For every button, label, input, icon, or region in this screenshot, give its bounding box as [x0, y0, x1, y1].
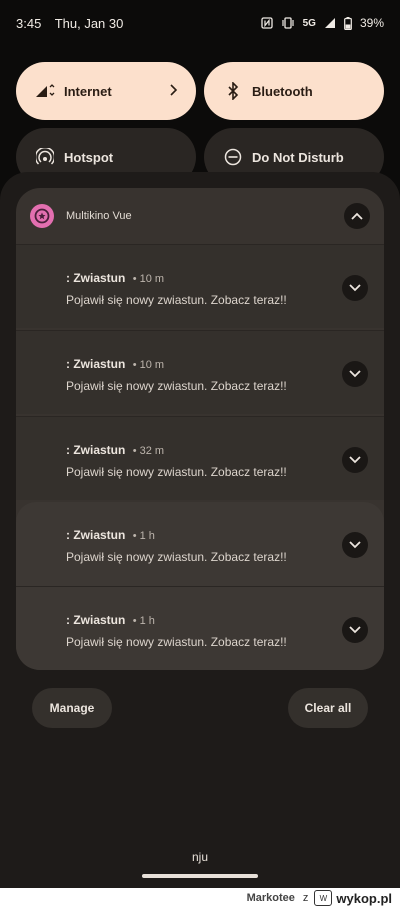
app-name: Multikino Vue: [66, 210, 132, 222]
notification-time: 32 m: [139, 445, 165, 457]
notification-title: : Zwiastun: [66, 357, 126, 371]
battery-level: 39%: [359, 16, 384, 30]
notification-title: : Zwiastun: [66, 271, 126, 285]
watermark-footer: Markotee z W wykop.pl: [0, 888, 400, 908]
tile-label: Do Not Disturb: [252, 149, 344, 165]
clear-all-button[interactable]: Clear all: [288, 688, 368, 728]
notification-time: 10 m: [139, 359, 165, 371]
tile-bluetooth[interactable]: Bluetooth: [204, 62, 384, 120]
notification-item[interactable]: : Zwiastun • 10 m Pojawił się nowy zwias…: [16, 244, 384, 328]
notification-item[interactable]: : Zwiastun • 10 m Pojawił się nowy zwias…: [16, 330, 384, 414]
notification-item[interactable]: : Zwiastun • 1 h Pojawił się nowy zwiast…: [16, 586, 384, 670]
signal-icon: [34, 80, 56, 102]
notification-group: Multikino Vue : Zwiastun • 10 m Pojawił …: [16, 188, 384, 670]
notification-title: : Zwiastun: [66, 528, 126, 542]
chevron-up-icon: [351, 212, 363, 220]
notification-title: : Zwiastun: [66, 443, 126, 457]
bluetooth-icon: [222, 80, 244, 102]
date: Thu, Jan 30: [54, 15, 124, 31]
notification-title-line: : Zwiastun • 32 m: [66, 443, 165, 457]
notification-time: 1 h: [139, 530, 155, 542]
author-name: Markotee: [246, 892, 295, 904]
notification-time: 1 h: [139, 615, 155, 627]
expand-button[interactable]: [342, 275, 368, 301]
tile-label: Internet: [64, 83, 112, 99]
notification-title-line: : Zwiastun • 1 h: [66, 613, 155, 627]
tile-internet[interactable]: Internet: [16, 62, 196, 120]
notification-title: : Zwiastun: [66, 613, 126, 627]
expand-button[interactable]: [342, 617, 368, 643]
collapse-button[interactable]: [344, 203, 370, 229]
chevron-down-icon: [349, 626, 361, 634]
carrier-label: nju: [191, 850, 208, 864]
chevron-down-icon: [349, 370, 361, 378]
hotspot-icon: [34, 146, 56, 168]
expand-button[interactable]: [342, 532, 368, 558]
notification-item[interactable]: : Zwiastun • 32 m Pojawił się nowy zwias…: [16, 416, 384, 500]
expand-button[interactable]: [342, 447, 368, 473]
notification-group-header[interactable]: Multikino Vue: [16, 188, 384, 244]
expand-button[interactable]: [342, 361, 368, 387]
notification-title-line: : Zwiastun • 10 m: [66, 357, 165, 371]
tile-label: Hotspot: [64, 149, 114, 165]
notification-title-line: : Zwiastun • 1 h: [66, 528, 155, 542]
notification-body: Pojawił się nowy zwiastun. Zobacz teraz!…: [66, 635, 287, 649]
drag-handle[interactable]: [142, 874, 258, 878]
notification-item[interactable]: : Zwiastun • 1 h Pojawił się nowy zwiast…: [16, 502, 384, 586]
battery-icon: [344, 16, 352, 30]
chevron-right-icon: [168, 83, 178, 99]
notification-body: Pojawił się nowy zwiastun. Zobacz teraz!…: [66, 550, 287, 564]
wykop-logo-icon: W: [314, 890, 333, 906]
chevron-down-icon: [349, 541, 361, 549]
clock: 3:45: [16, 15, 42, 31]
author-preposition: z: [302, 892, 309, 904]
notification-body: Pojawił się nowy zwiastun. Zobacz teraz!…: [66, 379, 287, 393]
notification-time: 10 m: [139, 273, 165, 285]
network-type: 5G: [302, 17, 316, 29]
site-name: wykop.pl: [336, 890, 392, 906]
notification-title-line: : Zwiastun • 10 m: [66, 271, 165, 285]
app-icon: [30, 204, 54, 228]
chevron-down-icon: [349, 284, 361, 292]
manage-button[interactable]: Manage: [32, 688, 112, 728]
notification-body: Pojawił się nowy zwiastun. Zobacz teraz!…: [66, 293, 287, 307]
dnd-icon: [222, 146, 244, 168]
notification-body: Pojawił się nowy zwiastun. Zobacz teraz!…: [66, 465, 287, 479]
chevron-down-icon: [349, 456, 361, 464]
nfc-icon: [260, 17, 273, 29]
status-bar: 3:45 Thu, Jan 30 5G 39%: [0, 0, 400, 46]
tile-label: Bluetooth: [252, 83, 313, 99]
vibrate-icon: [281, 17, 295, 29]
signal-icon: [324, 17, 336, 29]
